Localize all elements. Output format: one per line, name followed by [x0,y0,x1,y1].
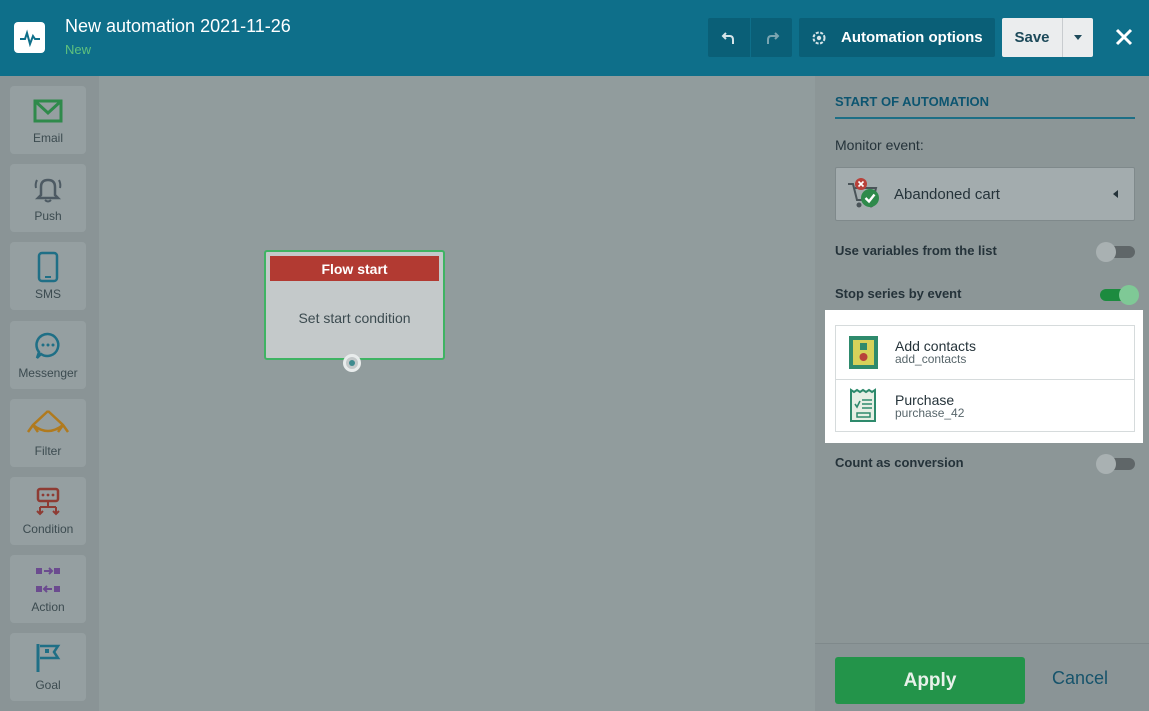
redo-button[interactable] [750,18,792,57]
undo-button[interactable] [708,18,750,57]
action-icon [33,564,63,596]
panel-footer: Apply Cancel [815,643,1149,711]
automation-options-button[interactable]: Automation options [799,18,995,57]
event-name: Purchase [895,391,955,408]
settings-panel: START OF AUTOMATION Monitor event: Aband… [815,76,1149,711]
tool-label: Condition [22,522,74,536]
count-conversion-toggle[interactable] [1096,454,1135,474]
abandoned-cart-icon [848,178,879,208]
tool-email[interactable]: Email [10,86,86,154]
undo-redo-group [708,18,792,57]
flow-start-title: Flow start [270,256,439,281]
tool-sms[interactable]: SMS [10,242,86,310]
use-variables-toggle[interactable] [1096,242,1135,262]
close-button[interactable] [1113,26,1135,48]
toggle-knob [1119,285,1139,305]
filter-icon [25,408,71,440]
tool-goal[interactable]: Goal [10,633,86,701]
monitor-event-label: Monitor event: [835,137,924,153]
flag-icon [33,642,63,674]
undo-icon [721,31,734,44]
bell-icon [32,173,64,205]
top-bar: New automation 2021-11-26 New Automation… [0,0,1149,76]
tool-push[interactable]: Push [10,164,86,232]
receipt-icon [850,388,876,422]
stop-events-list: Add contacts add_contacts Purchase purch… [835,325,1135,432]
save-dropdown-button[interactable] [1062,18,1093,57]
monitor-event-select[interactable]: Abandoned cart [835,167,1135,221]
tool-label: Push [34,209,62,223]
use-variables-label: Use variables from the list [835,243,997,258]
tool-action[interactable]: Action [10,555,86,623]
tool-label: SMS [34,287,61,301]
element-toolbox: Email Push SMS Messenger Filter Conditio… [0,76,99,711]
tool-label: Filter [34,444,62,458]
cancel-button[interactable]: Cancel [1052,668,1108,689]
condition-icon [32,486,64,518]
tool-label: Messenger [18,366,78,380]
event-name: Add contacts [895,338,976,354]
tool-condition[interactable]: Condition [10,477,86,545]
stop-event-purchase[interactable]: Purchase purchase_42 [836,379,1134,431]
flow-start-node[interactable]: Flow start Set start condition [264,250,445,372]
stop-series-toggle[interactable] [1100,285,1139,305]
tool-messenger[interactable]: Messenger [10,321,86,389]
event-code: purchase_42 [895,405,965,420]
stop-events-popover: Add contacts add_contacts Purchase purch… [825,310,1143,443]
add-contacts-icon [849,335,878,369]
toggle-knob [1096,242,1116,262]
panel-title: START OF AUTOMATION [835,94,1135,119]
count-conversion-label: Count as conversion [835,455,964,470]
tool-filter[interactable]: Filter [10,399,86,467]
redo-icon [766,31,779,44]
tool-label: Goal [35,678,61,692]
event-code: add_contacts [895,352,967,366]
automation-logo-icon [14,22,45,53]
status-badge: New [65,42,92,57]
automation-options-label: Automation options [841,29,983,46]
automation-title[interactable]: New automation 2021-11-26 [65,16,291,37]
envelope-icon [33,95,63,127]
close-icon [1115,28,1133,46]
monitor-event-value: Abandoned cart [894,185,1000,203]
tool-label: Action [31,600,65,614]
toggle-knob [1096,454,1116,474]
phone-icon [36,251,60,283]
flow-output-port[interactable] [343,354,361,372]
stop-series-label: Stop series by event [835,286,962,301]
caret-left-icon [1113,190,1118,198]
tool-label: Email [32,131,63,145]
workflow-canvas[interactable]: Flow start Set start condition [99,76,815,711]
flow-start-condition-text: Set start condition [298,310,411,326]
chat-icon [33,330,63,362]
caret-down-icon [1074,35,1082,40]
save-button[interactable]: Save [1002,18,1062,57]
gear-icon [811,30,827,46]
stop-event-add-contacts[interactable]: Add contacts add_contacts [836,326,1134,378]
apply-button[interactable]: Apply [835,657,1025,704]
